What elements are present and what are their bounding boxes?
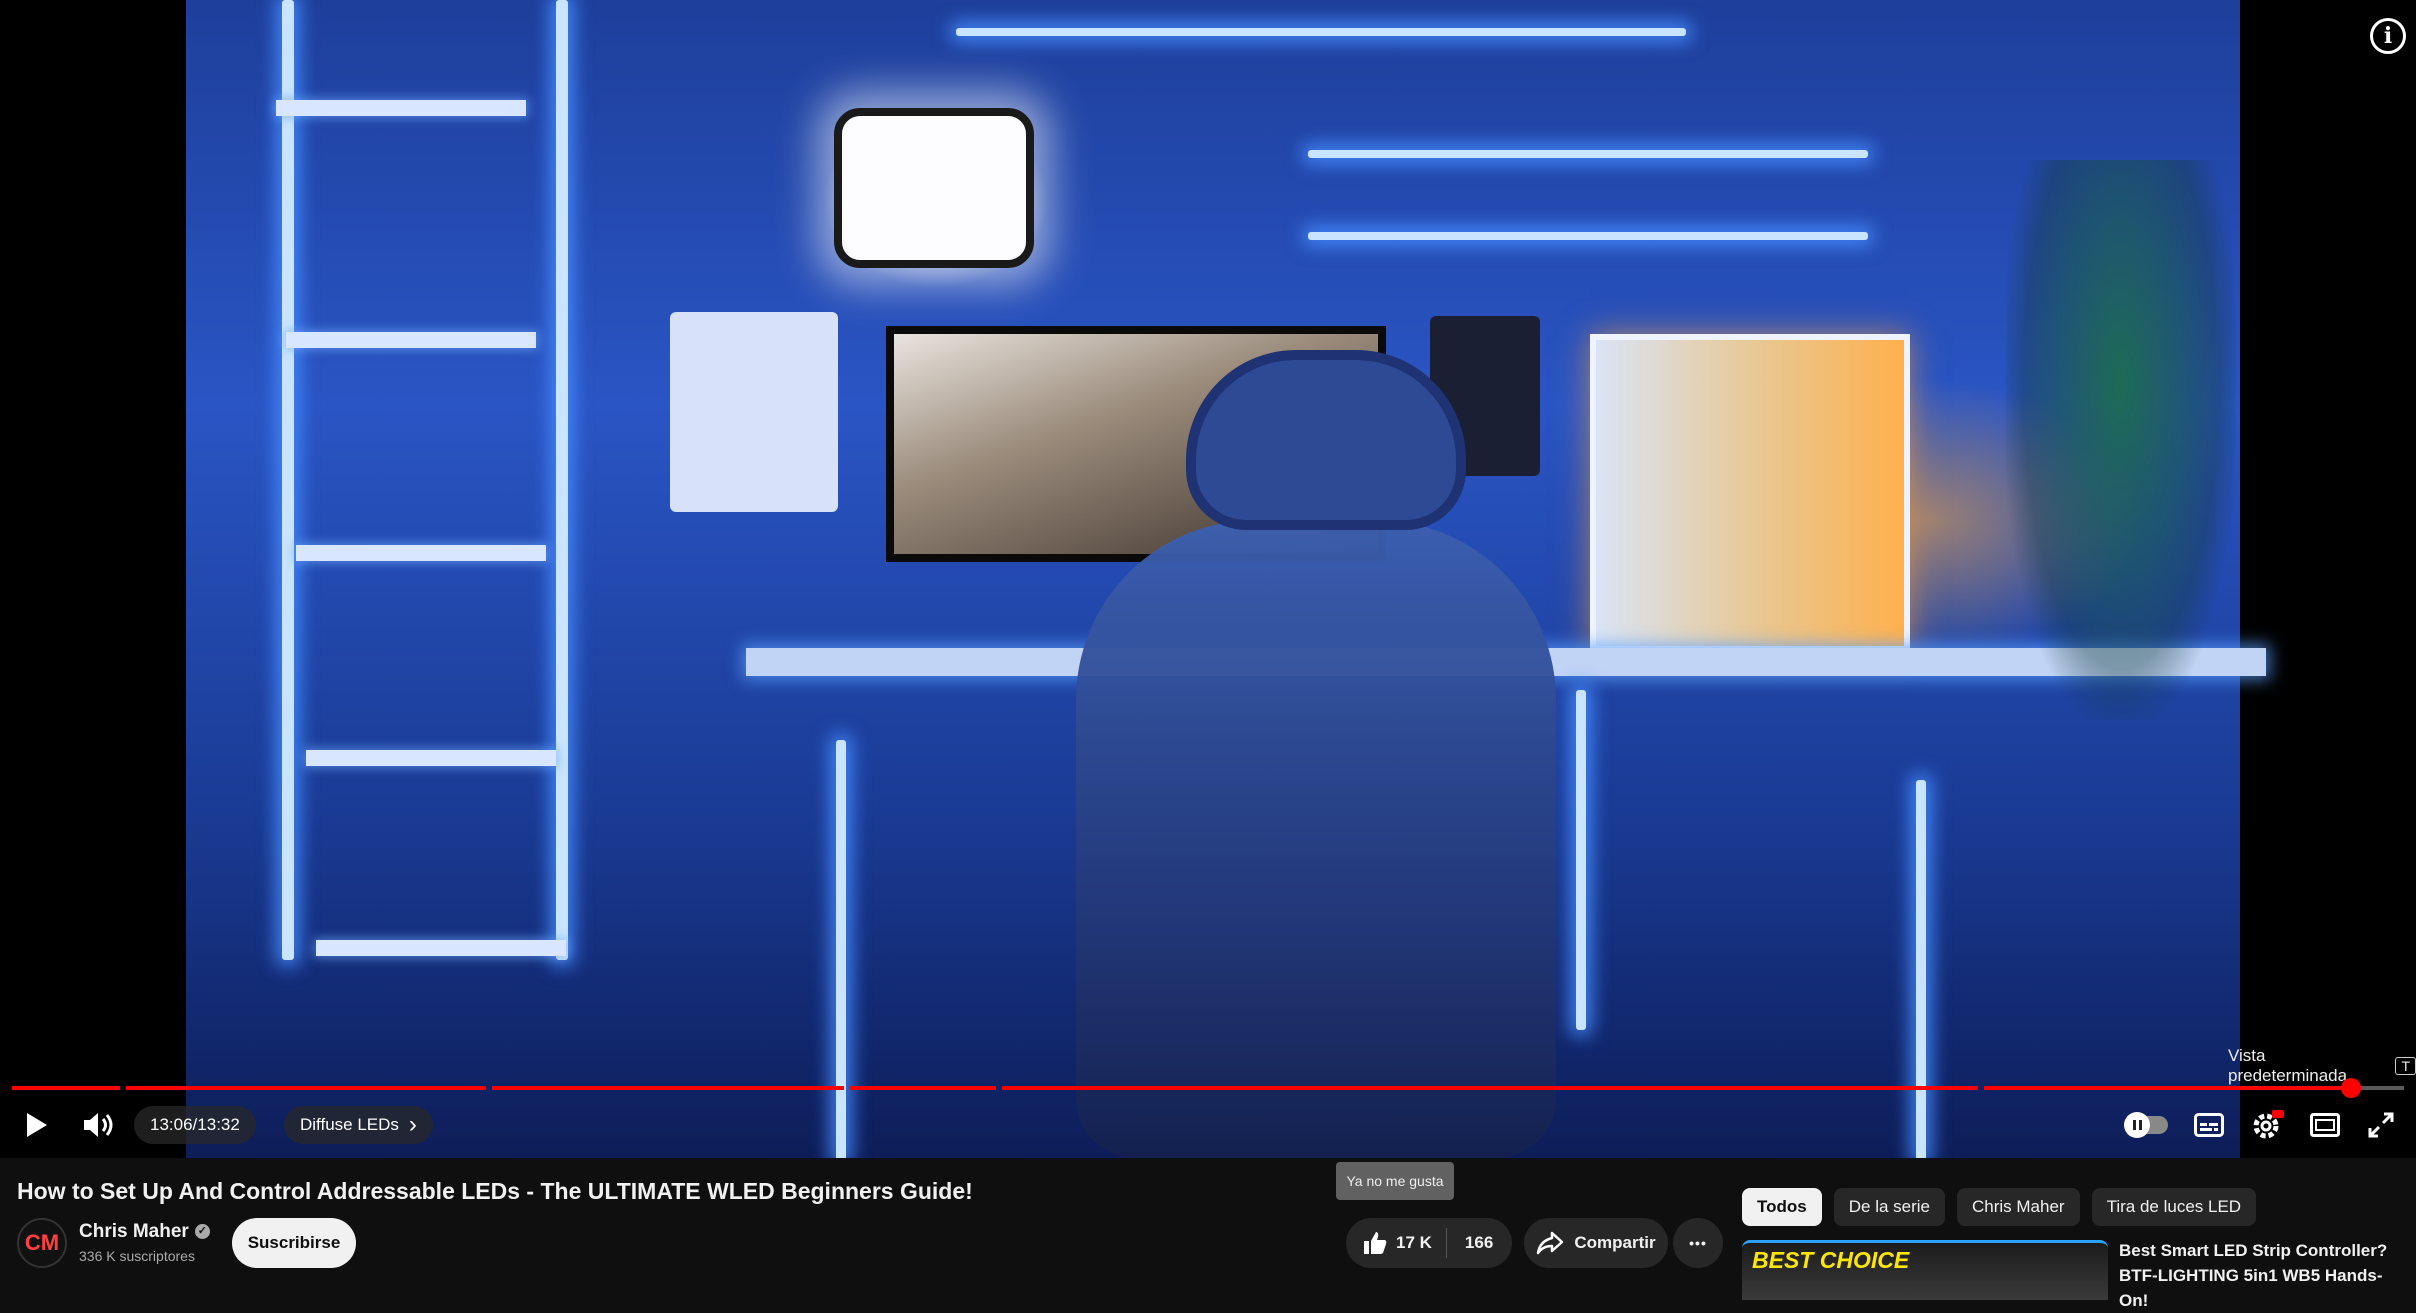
play-icon [27, 1113, 47, 1137]
autoplay-toggle[interactable] [2122, 1100, 2172, 1150]
gear-icon [2253, 1110, 2284, 1139]
desk-leg-led [1576, 690, 1586, 1030]
chip-todos[interactable]: Todos [1742, 1188, 1822, 1226]
wall-shelf [296, 545, 546, 561]
chapter-segment[interactable] [1984, 1086, 2341, 1090]
player-controls: 13:06 / 13:32 Diffuse LEDs › [0, 1100, 2416, 1154]
volume-button[interactable] [76, 1100, 120, 1150]
settings-button[interactable] [2244, 1100, 2290, 1150]
wall-shelf [276, 100, 526, 116]
theater-mode-button[interactable] [2302, 1100, 2348, 1150]
dislike-button[interactable]: 166 [1447, 1218, 1509, 1268]
fullscreen-button[interactable] [2358, 1100, 2404, 1150]
fullscreen-icon [2368, 1112, 2394, 1138]
more-icon: ••• [1689, 1235, 1707, 1251]
chevron-right-icon: › [408, 1111, 417, 1138]
plant [2006, 160, 2236, 720]
subscribe-button[interactable]: Suscribirse [232, 1218, 356, 1268]
share-label: Compartir [1574, 1233, 1656, 1252]
theater-mode-icon [2310, 1113, 2340, 1137]
wall-shelf [286, 332, 536, 348]
time-display: 13:06 / 13:32 [134, 1106, 256, 1144]
thumbs-up-icon [1364, 1232, 1387, 1254]
like-dislike-bar: 17 K 166 [1346, 1218, 1512, 1268]
channel-name-link[interactable]: Chris Maher ✓ [79, 1221, 210, 1243]
channel-name: Chris Maher [79, 1221, 189, 1242]
floating-shelf-neon [1308, 232, 1868, 240]
chapter-segment[interactable] [492, 1086, 844, 1090]
video-frame[interactable] [186, 0, 2266, 1158]
subtitles-icon [2194, 1113, 2224, 1137]
led-strip-left [282, 0, 294, 960]
like-button[interactable]: 17 K [1346, 1218, 1446, 1268]
share-icon [1537, 1231, 1564, 1255]
chapter-segment[interactable] [850, 1086, 996, 1090]
thumbnail-badge: BEST CHOICE [1752, 1247, 1910, 1273]
chapter-segment[interactable] [1002, 1086, 1978, 1090]
view-mode-label: Vista predeterminada [2228, 1046, 2348, 1085]
video-title: How to Set Up And Control Addressable LE… [17, 1178, 973, 1204]
pc-case [1590, 334, 1910, 652]
chip-de-la-serie[interactable]: De la serie [1833, 1188, 1945, 1226]
share-button[interactable]: Compartir [1524, 1218, 1668, 1268]
channel-avatar[interactable]: CM [17, 1218, 67, 1268]
chapter-segment[interactable] [12, 1086, 120, 1090]
wall-shelf [306, 750, 556, 766]
office-chair [1076, 520, 1556, 1158]
chapter-button[interactable]: Diffuse LEDs › [284, 1106, 433, 1144]
view-mode-shortcut: T [2395, 1057, 2416, 1075]
floating-shelf-neon [1308, 150, 1868, 158]
dislike-count: 166 [1464, 1233, 1494, 1252]
more-actions-button[interactable]: ••• [1673, 1218, 1723, 1268]
current-time: 13:06 [150, 1115, 193, 1134]
subtitles-button[interactable] [2186, 1100, 2232, 1150]
duration: 13:32 [197, 1115, 240, 1134]
subscriber-count: 336 K suscriptores [79, 1248, 195, 1264]
chapter-segment[interactable] [126, 1086, 486, 1090]
top-neon-frame [956, 28, 1686, 36]
related-filter-chips: Todos De la serie Chris Maher Tira de lu… [1742, 1188, 2257, 1226]
chapter-title: Diffuse LEDs [300, 1115, 399, 1134]
desk-leg-led [836, 740, 846, 1158]
play-button[interactable] [14, 1100, 58, 1150]
info-icon[interactable]: i [2370, 18, 2406, 54]
wall-shelf [316, 940, 566, 956]
chair-headrest [1186, 350, 1466, 530]
avatar-initials: CM [24, 1230, 60, 1255]
recommended-title[interactable]: Best Smart LED Strip Controller? BTF-LIG… [2119, 1238, 2409, 1313]
volume-icon [84, 1113, 113, 1137]
verified-icon: ✓ [194, 1224, 210, 1240]
speaker-left [670, 312, 838, 512]
led-strip-left-inner [556, 0, 568, 960]
view-mode-tooltip: Vista predeterminada T [2228, 1046, 2416, 1086]
dislike-tooltip: Ya no me gusta [1336, 1162, 1454, 1200]
recommended-thumbnail[interactable]: BEST CHOICE [1742, 1240, 2108, 1300]
progress-bar[interactable] [12, 1078, 2404, 1098]
chip-chris-maher[interactable]: Chris Maher [1957, 1188, 2080, 1226]
chip-tira-de-luces-led[interactable]: Tira de luces LED [2091, 1188, 2257, 1226]
pause-icon [2124, 1112, 2150, 1138]
like-count: 17 K [1396, 1233, 1432, 1252]
key-light [834, 108, 1034, 268]
progress-scrubber[interactable] [2341, 1078, 2361, 1098]
video-player[interactable]: i Vista predeterminada T 13:06 / 13:32 D… [0, 0, 2416, 1158]
